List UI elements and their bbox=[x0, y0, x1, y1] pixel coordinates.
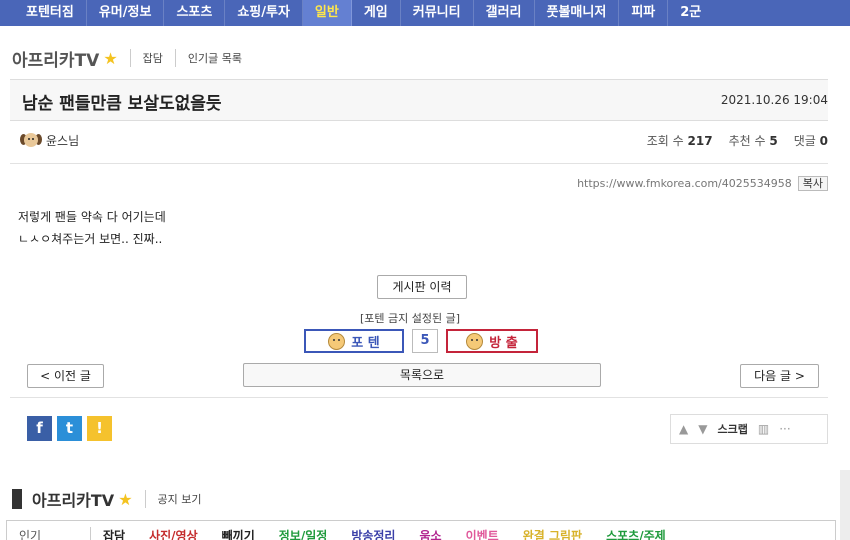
category-tab[interactable]: 완결 그림판 bbox=[511, 527, 594, 540]
category-tab[interactable]: 이벤트 bbox=[454, 527, 511, 540]
post-toolbar: ▲ ▼ 스크랩 ▥ ··· bbox=[670, 414, 828, 444]
avatar-dog-icon bbox=[20, 131, 42, 149]
post-body-line: 저렇게 팬들 약속 다 어기는데 bbox=[18, 210, 166, 224]
footer-board-header: 아프리카TV ★ 공지 보기 bbox=[12, 487, 202, 511]
scroll-down-icon[interactable]: ▼ bbox=[698, 422, 707, 436]
post-date: 2021.10.26 19:04 bbox=[720, 93, 828, 107]
vote-count: 5 bbox=[412, 329, 438, 353]
stats-icon[interactable]: ▥ bbox=[758, 422, 769, 436]
board-name[interactable]: 아프리카TV bbox=[12, 46, 99, 71]
category-tab[interactable]: 사진/영상 bbox=[137, 527, 210, 540]
scroll-up-icon[interactable]: ▲ bbox=[679, 422, 688, 436]
nav-item[interactable]: 게임 bbox=[352, 0, 401, 26]
category-tab[interactable]: 스포츠/주제 bbox=[594, 527, 678, 540]
kakao-share-icon[interactable]: ! bbox=[87, 416, 112, 441]
scrap-button[interactable]: 스크랩 bbox=[717, 421, 747, 437]
post-stats: 조회 수 217 추천 수 5 댓글 0 bbox=[647, 132, 828, 149]
post-url-row: https://www.fmkorea.com/4025534958 복사 bbox=[577, 176, 828, 191]
nav-item[interactable]: 갤러리 bbox=[474, 0, 535, 26]
smile-face-icon bbox=[328, 332, 346, 350]
vote-down-button[interactable]: 방 출 bbox=[446, 329, 538, 353]
star-icon[interactable]: ★ bbox=[118, 490, 132, 509]
post-author[interactable]: 윤스님 bbox=[20, 131, 79, 149]
shocked-face-icon bbox=[466, 332, 484, 350]
nav-item[interactable]: 포텐터짐 bbox=[14, 0, 87, 26]
nav-item[interactable]: 커뮤니티 bbox=[401, 0, 474, 26]
nav-item[interactable]: 2군 bbox=[668, 0, 713, 26]
vote-row: 포 텐 5 방 출 bbox=[304, 329, 538, 353]
category-tab[interactable]: 방송정리 bbox=[339, 527, 407, 540]
post-body: 저렇게 팬들 약속 다 어기는데 ㄴㅅㅇ쳐주는거 보면.. 진짜.. bbox=[18, 206, 166, 250]
category-tab-popular[interactable]: 인기 bbox=[7, 526, 91, 540]
category-tabs: 인기 잡담 사진/영상 빼끼기 정보/일정 방송정리 움소 이벤트 완결 그림판 스포츠/주제 bbox=[6, 520, 836, 540]
divider bbox=[129, 49, 131, 67]
nav-item[interactable]: 유머/정보 bbox=[87, 0, 165, 26]
nav-item[interactable]: 일반 bbox=[302, 0, 352, 26]
twitter-share-icon[interactable]: t bbox=[57, 416, 82, 441]
top-navigation: 포텐터짐 유머/정보 스포츠 쇼핑/투자 일반 게임 커뮤니티 갤러리 풋볼매니저 피파 2군 bbox=[0, 0, 850, 26]
comments-label: 댓글 bbox=[793, 134, 816, 148]
vote-down-label: 방 출 bbox=[489, 335, 518, 351]
post-url[interactable]: https://www.fmkorea.com/4025534958 bbox=[577, 177, 792, 190]
board-link-popular-list[interactable]: 인기글 목록 bbox=[188, 50, 242, 66]
forbid-note: [포텐 금지 설정된 글] bbox=[360, 312, 461, 325]
star-icon[interactable]: ★ bbox=[103, 49, 117, 68]
divider bbox=[10, 397, 828, 398]
recommend-label: 추천 수 bbox=[728, 134, 766, 148]
vote-up-label: 포 텐 bbox=[351, 335, 380, 351]
views-label: 조회 수 bbox=[646, 134, 684, 148]
post-title-bar: 남순 팬들만큼 보살도없을듯 2021.10.26 19:04 bbox=[10, 79, 828, 121]
nav-item[interactable]: 스포츠 bbox=[164, 0, 226, 26]
board-header: 아프리카TV ★ 잡담 인기글 목록 bbox=[12, 44, 242, 72]
vote-up-button[interactable]: 포 텐 bbox=[304, 329, 404, 353]
comments-count: 0 bbox=[819, 134, 828, 148]
recommend-count: 5 bbox=[769, 134, 778, 148]
divider bbox=[174, 49, 176, 67]
scrollbar[interactable] bbox=[840, 470, 850, 540]
board-link-chat[interactable]: 잡담 bbox=[143, 50, 163, 66]
footer-board-name[interactable]: 아프리카TV bbox=[32, 487, 114, 511]
facebook-share-icon[interactable]: f bbox=[27, 416, 52, 441]
back-to-list-button[interactable]: 목록으로 bbox=[243, 363, 601, 387]
more-icon[interactable]: ··· bbox=[779, 422, 790, 436]
board-history-button[interactable]: 게시판 이력 bbox=[377, 275, 467, 299]
views-count: 217 bbox=[687, 134, 713, 148]
category-tab[interactable]: 정보/일정 bbox=[267, 527, 340, 540]
author-name[interactable]: 윤스님 bbox=[46, 132, 79, 149]
divider bbox=[10, 163, 828, 164]
post-title: 남순 팬들만큼 보살도없을듯 bbox=[22, 94, 222, 114]
category-tab[interactable]: 빼끼기 bbox=[210, 527, 267, 540]
notice-toggle[interactable]: 공지 보기 bbox=[158, 491, 202, 507]
next-post-button[interactable]: 다음 글 > bbox=[740, 364, 819, 388]
prev-post-button[interactable]: < 이전 글 bbox=[27, 364, 104, 388]
copy-url-button[interactable]: 복사 bbox=[797, 176, 828, 191]
category-tab[interactable]: 움소 bbox=[407, 527, 453, 540]
nav-item[interactable]: 피파 bbox=[619, 0, 669, 26]
post-body-line: ㄴㅅㅇ쳐주는거 보면.. 진짜.. bbox=[18, 232, 163, 246]
divider bbox=[144, 490, 146, 508]
nav-item[interactable]: 쇼핑/투자 bbox=[225, 0, 303, 26]
share-buttons: f t ! bbox=[27, 416, 112, 441]
nav-item[interactable]: 풋볼매니저 bbox=[535, 0, 620, 26]
category-tab[interactable]: 잡담 bbox=[91, 527, 137, 540]
board-marker bbox=[12, 489, 22, 509]
